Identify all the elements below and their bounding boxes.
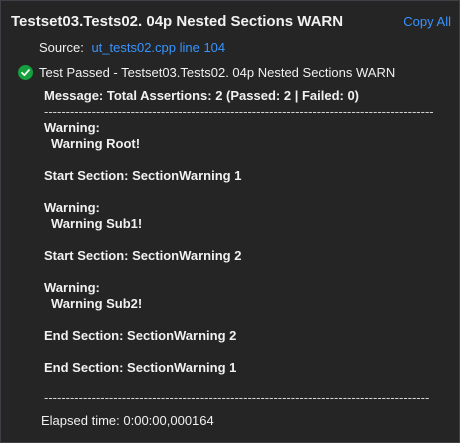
assertion-summary: Message: Total Assertions: 2 (Passed: 2 … [44,88,360,103]
output-line: Warning Root! [51,136,141,151]
output-line: End Section: SectionWarning 1 [44,360,237,375]
test-detail-panel: Testset03.Tests02. 04p Nested Sections W… [0,0,460,443]
output-line: Warning Sub1! [51,216,143,231]
elapsed-time: Elapsed time: 0:00:00,000164 [41,413,214,428]
output-line: Warning Sub2! [51,296,143,311]
separator-line: ----------------------------------------… [44,104,434,119]
copy-all-link[interactable]: Copy All [403,14,451,29]
status-text: Test Passed - Testset03.Tests02. 04p Nes… [39,65,396,80]
check-circle-icon [18,65,33,80]
status-row: Test Passed - Testset03.Tests02. 04p Nes… [18,65,395,80]
output-line: Warning: [44,120,100,135]
test-title: Testset03.Tests02. 04p Nested Sections W… [11,13,344,30]
test-output: Message: Total Assertions: 2 (Passed: 2 … [44,88,434,376]
separator-line: ----------------------------------------… [44,390,429,405]
source-file-link[interactable]: ut_tests02.cpp line 104 [91,40,225,55]
output-line: Warning: [44,200,100,215]
source-row: Source: ut_tests02.cpp line 104 [39,40,225,55]
output-line: Start Section: SectionWarning 2 [44,248,242,263]
output-line: Start Section: SectionWarning 1 [44,168,242,183]
source-label: Source: [39,40,84,55]
output-line: End Section: SectionWarning 2 [44,328,237,343]
output-line: Warning: [44,280,100,295]
